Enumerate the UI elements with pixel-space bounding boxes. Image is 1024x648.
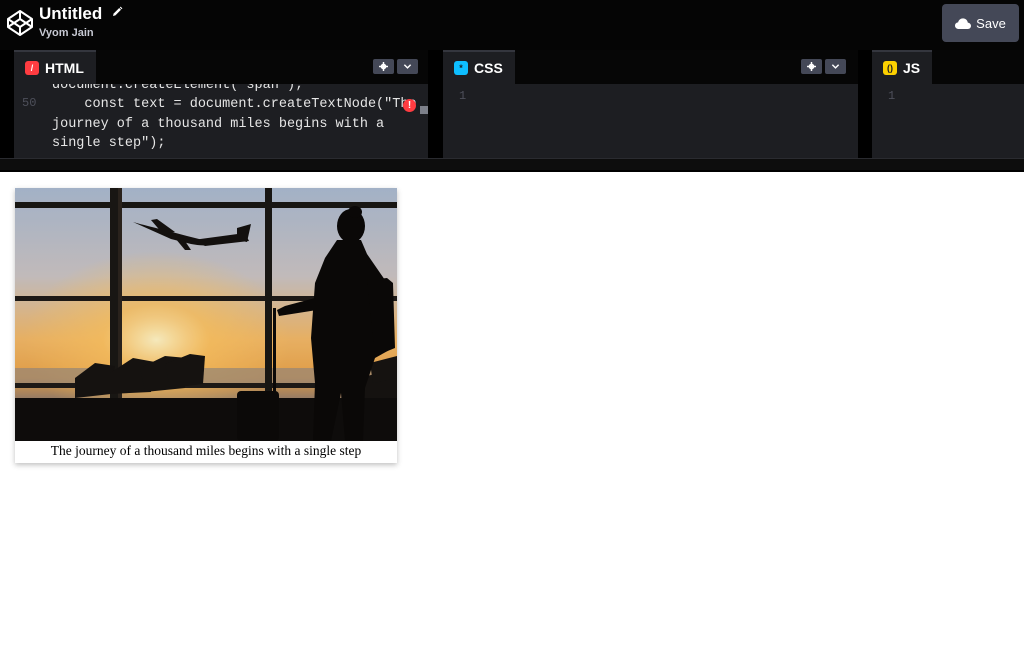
pen-title-area: Untitled Vyom Jain xyxy=(39,4,123,39)
author-name[interactable]: Vyom Jain xyxy=(39,27,123,39)
editor-panels: / HTML 50 document.createElement("span")… xyxy=(0,50,1024,158)
html-badge-icon: / xyxy=(25,61,39,75)
scrollbar-thumb[interactable] xyxy=(420,106,428,114)
code-line: const text = document.createTextNode("Th… xyxy=(52,97,417,112)
top-header: Untitled Vyom Jain Save xyxy=(0,0,1024,50)
preview-pane: The journey of a thousand miles begins w… xyxy=(0,172,1024,648)
css-badge-icon: * xyxy=(454,61,468,75)
tab-css-label: CSS xyxy=(474,60,503,76)
pen-title[interactable]: Untitled xyxy=(39,4,102,24)
js-badge-icon: () xyxy=(883,61,897,75)
save-button[interactable]: Save xyxy=(942,4,1019,42)
html-settings-button[interactable] xyxy=(373,59,394,74)
chevron-down-icon xyxy=(831,64,840,69)
code-line: journey of a thousand miles begins with … xyxy=(52,116,385,132)
code-line: document.createElement("span"); xyxy=(52,84,304,93)
tab-html-label: HTML xyxy=(45,60,84,76)
html-panel-tools xyxy=(373,59,418,74)
css-editor-panel: * CSS 1 xyxy=(443,50,858,158)
css-panel-tools xyxy=(801,59,846,74)
chevron-down-icon xyxy=(403,64,412,69)
code-line: single step"); xyxy=(52,136,166,151)
tab-js-label: JS xyxy=(903,60,921,76)
codepen-logo-icon[interactable] xyxy=(6,9,34,37)
html-code-editor[interactable]: 50 document.createElement("span"); const… xyxy=(14,84,428,158)
css-settings-button[interactable] xyxy=(801,59,822,74)
line-number: 1 xyxy=(459,89,467,103)
tab-html[interactable]: / HTML xyxy=(14,50,96,84)
css-collapse-button[interactable] xyxy=(825,59,846,74)
tab-css[interactable]: * CSS xyxy=(443,50,515,84)
line-number: 1 xyxy=(888,89,896,103)
error-icon[interactable]: ! xyxy=(403,99,416,112)
image-caption: The journey of a thousand miles begins w… xyxy=(50,443,362,458)
tab-js[interactable]: () JS xyxy=(872,50,933,84)
gear-icon xyxy=(807,62,816,71)
html-editor-panel: / HTML 50 document.createElement("span")… xyxy=(14,50,428,158)
pencil-icon[interactable] xyxy=(111,6,123,18)
resize-divider[interactable] xyxy=(0,158,1024,172)
js-code-editor[interactable]: 1 xyxy=(872,84,1024,158)
image-card: The journey of a thousand miles begins w… xyxy=(15,188,397,463)
save-label: Save xyxy=(976,15,1006,31)
js-editor-panel: () JS 1 xyxy=(872,50,1024,158)
cloud-icon xyxy=(955,17,972,29)
gear-icon xyxy=(379,62,388,71)
html-collapse-button[interactable] xyxy=(397,59,418,74)
airport-traveler-photo xyxy=(15,188,397,441)
css-code-editor[interactable]: 1 xyxy=(443,84,858,158)
line-number: 50 xyxy=(22,96,37,110)
